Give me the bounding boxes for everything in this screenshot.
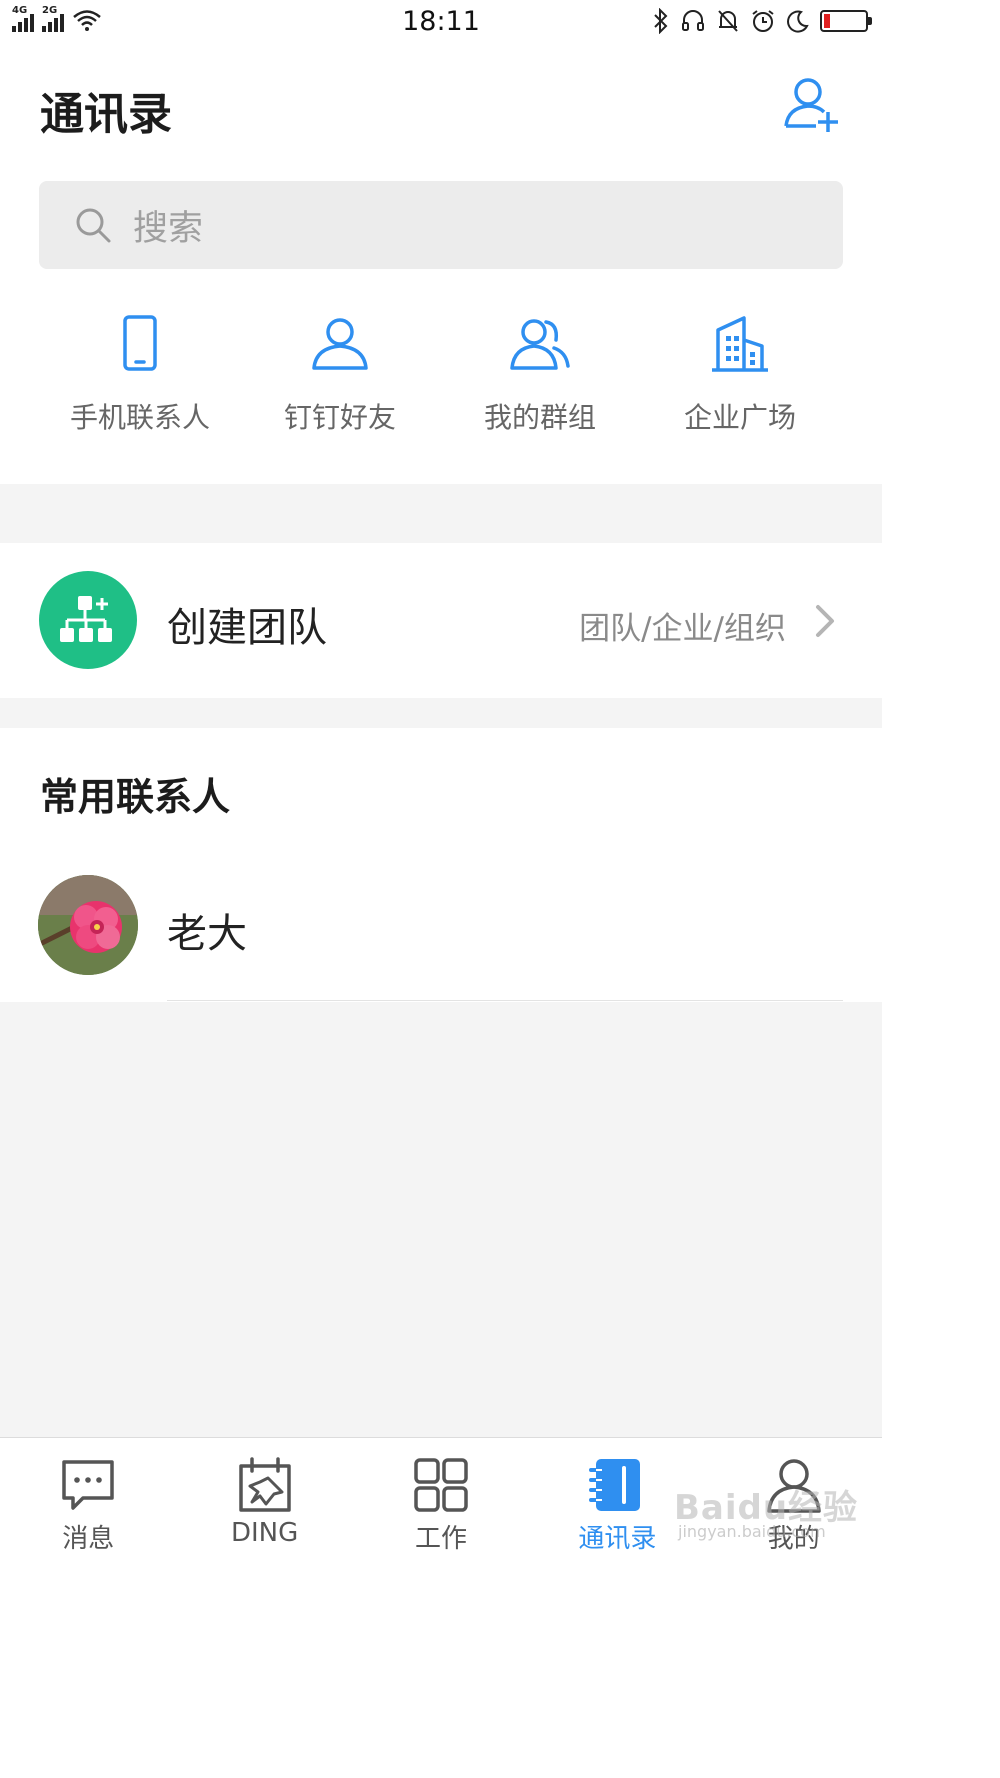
flower-avatar-image	[38, 875, 138, 975]
tab-label: DING	[230, 1518, 299, 1548]
moon-icon	[787, 10, 809, 33]
add-contact-icon	[784, 78, 838, 132]
create-team-row[interactable]: 创建团队 团队/企业/组织	[0, 543, 882, 698]
org-chart-icon	[60, 596, 112, 642]
tab-ding[interactable]: DING	[176, 1438, 352, 1565]
group-icon	[510, 319, 570, 370]
quick-ding-friends[interactable]: 钉钉好友	[240, 314, 440, 436]
quick-label: 企业广场	[683, 401, 796, 434]
frequent-contacts-section: 常用联系人 老大	[0, 728, 882, 1002]
quick-label: 我的群组	[483, 401, 596, 434]
headphones-icon	[682, 10, 704, 31]
team-icon-badge	[39, 571, 137, 669]
create-team-subtitle: 团队/企业/组织	[579, 611, 786, 647]
bottom-padding	[0, 1565, 882, 1778]
watermark-url: jingyan.baidu.com	[678, 1522, 826, 1541]
contacts-book-icon	[589, 1459, 641, 1511]
tab-label: 通讯录	[578, 1524, 657, 1554]
section-title: 常用联系人	[40, 775, 231, 819]
contacts-screen: 4G 2G 18:11 通讯录 搜索 手机联系人 钉钉好友 我的群组 企业广场 …	[0, 0, 882, 1778]
quick-label: 手机联系人	[69, 401, 210, 434]
tab-label: 消息	[62, 1524, 115, 1554]
header: 通讯录 搜索 手机联系人 钉钉好友 我的群组 企业广场	[0, 46, 882, 484]
tab-work[interactable]: 工作	[353, 1438, 529, 1565]
chat-icon	[62, 1460, 114, 1510]
quick-entries: 手机联系人 钉钉好友 我的群组 企业广场	[0, 314, 882, 436]
building-icon	[712, 316, 768, 372]
right-margin	[882, 0, 1000, 1778]
add-contact-button[interactable]	[780, 74, 844, 134]
tab-label: 工作	[414, 1524, 467, 1554]
alarm-icon	[752, 10, 774, 32]
ding-calendar-icon	[238, 1457, 291, 1512]
bluetooth-icon	[654, 8, 668, 34]
status-bar: 4G 2G 18:11	[0, 0, 882, 46]
contact-name: 老大	[167, 911, 247, 957]
tab-messages[interactable]: 消息	[0, 1438, 176, 1565]
quick-enterprise-square[interactable]: 企业广场	[640, 314, 840, 436]
search-icon	[76, 208, 111, 243]
avatar	[38, 875, 138, 975]
battery-icon	[820, 10, 872, 32]
contact-row[interactable]: 老大	[0, 873, 882, 1001]
search-bar[interactable]: 搜索	[39, 181, 843, 269]
create-team-title: 创建团队	[167, 605, 327, 651]
phone-icon	[123, 315, 157, 371]
page-title: 通讯录	[40, 89, 172, 140]
chevron-right-icon	[816, 605, 834, 637]
divider	[167, 1000, 843, 1001]
search-placeholder: 搜索	[133, 208, 204, 249]
person-icon	[312, 318, 368, 370]
mute-bell-icon	[718, 10, 738, 32]
quick-label: 钉钉好友	[283, 401, 396, 434]
quick-phone-contacts[interactable]: 手机联系人	[40, 314, 240, 436]
quick-my-groups[interactable]: 我的群组	[440, 314, 640, 436]
grid-icon	[414, 1458, 468, 1512]
